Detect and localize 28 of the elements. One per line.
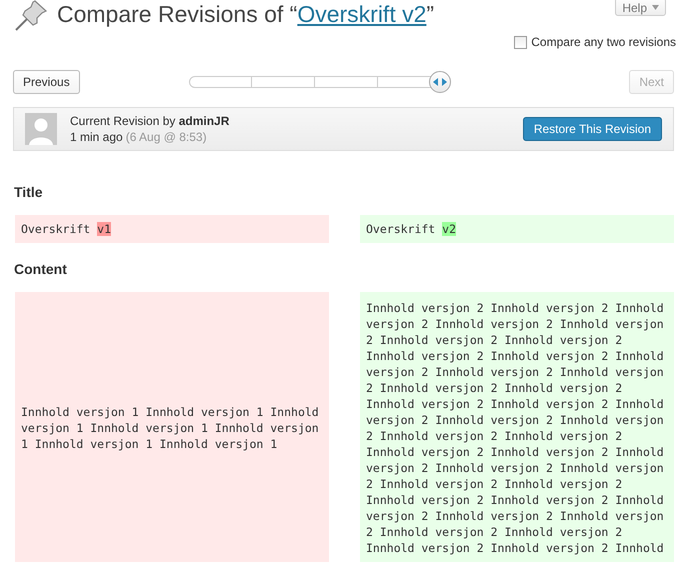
diff-text: Overskrift [21, 222, 92, 236]
compare-label: Compare any two revisions [531, 35, 676, 49]
revision-time: 1 min ago [70, 130, 123, 144]
post-title-link[interactable]: Overskrift v2 [297, 0, 426, 26]
diff-text: Innhold versjon 2 Innhold versjon 2 Innhold versjon 2 Innhold versjon 2 Innhold versjon 2 Innhold versjon 2 Innhold versjon 2 [366, 445, 664, 491]
diff-text: Innhold versjon 1 Innhold versjon 1 Innhold versjon 1 Innhold versjon 1 Innhold versjon 1 Innhold versjon 1 Innhold versjon 1 [21, 405, 319, 451]
restore-revision-button[interactable]: Restore This Revision [522, 117, 662, 141]
slider-handle[interactable] [428, 71, 450, 93]
compare-checkbox[interactable] [514, 36, 528, 48]
changed-word: v1 [97, 222, 112, 236]
revision-date: (6 Aug @ 8:53) [126, 130, 207, 144]
caret-icon [652, 5, 659, 10]
field-heading: Title [14, 184, 44, 200]
page-title: Compare Revisions of “Overskrift v2” [57, 0, 434, 28]
revision-author: Current Revision by adminJR [70, 113, 230, 129]
pushpin-icon [13, 0, 49, 31]
diff-text: Innhold versjon 2 Innhold versjon 2 Innhold versjon 2 Innhold versjon 2 Innhold versjon 2 Innhold versjon 2 Innhold versjon 2 [366, 493, 664, 539]
diff-text: Innhold versjon 2 Innhold versjon 2 Innhold versjon 2 Innhold versjon 2 Innhold versjon 2 Innhold versjon 2 Innhold versjon 2 [366, 349, 664, 395]
changed-word: v2 [442, 222, 456, 236]
diff-text: Overskrift [366, 222, 436, 236]
help-button[interactable]: Help [615, 0, 666, 16]
diff-text: Innhold versjon 2 Innhold versjon 2 Innhold versjon 2 Innhold versjon 2 Innhold versjon 2 Innhold versjon 2 Innhold versjon 2 [366, 397, 664, 443]
field-heading: Content [14, 261, 68, 277]
revision-slider[interactable] [188, 71, 450, 93]
diff-text: Innhold versjon 2 Innhold versjon 2 Innhold versjon 2 Innhold versjon 2 Innhold versjon 2 Innhold versjon 2 Innhold versjon 2 [366, 301, 664, 347]
avatar-silhouette-icon [25, 113, 57, 145]
diff-text: Innhold versjon 2 Innhold versjon 2 Innhold [366, 541, 664, 555]
previous-button[interactable]: Previous [13, 70, 80, 94]
